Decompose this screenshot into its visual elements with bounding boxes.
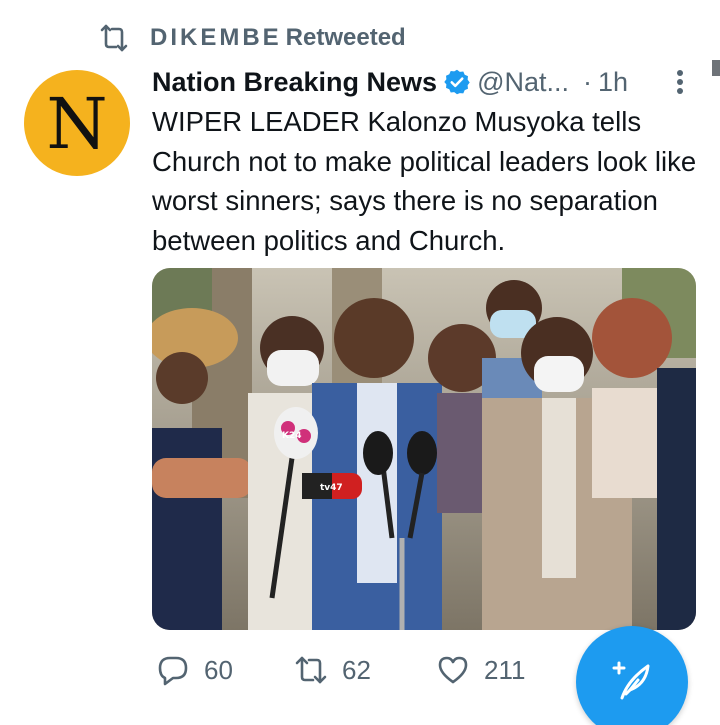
avatar-letter: N: [46, 83, 108, 165]
retweet-count: 62: [342, 654, 371, 685]
press-conference-photo: K24 tv47: [152, 268, 696, 630]
retweet-icon: [295, 656, 327, 684]
tweet-header: Nation Breaking News @Nat... · 1h: [152, 64, 628, 100]
mic-flag-tv47: tv47: [320, 483, 343, 493]
more-options-icon[interactable]: [668, 66, 692, 98]
retweet-button[interactable]: 62: [294, 653, 436, 687]
display-name[interactable]: Nation Breaking News: [152, 67, 437, 98]
reply-button[interactable]: 60: [156, 653, 294, 687]
reply-icon: [158, 656, 188, 686]
handle[interactable]: @Nat...: [477, 67, 569, 98]
like-button[interactable]: 211: [436, 653, 556, 687]
avatar[interactable]: N: [24, 70, 130, 176]
scrollbar[interactable]: [712, 60, 720, 76]
compose-tweet-icon: [612, 661, 650, 700]
tweet-actions: 60 62 211: [156, 648, 556, 692]
like-count: 211: [484, 654, 526, 685]
reply-count: 60: [204, 654, 233, 685]
compose-tweet-button[interactable]: [576, 626, 688, 725]
timestamp[interactable]: 1h: [598, 67, 628, 98]
mic-flag-k24: K24: [282, 431, 302, 441]
tweet-media-photo[interactable]: K24 tv47: [152, 268, 696, 630]
tweet-text: WIPER LEADER Kalonzo Musyoka tells Churc…: [152, 106, 697, 256]
retweet-icon: [100, 24, 128, 52]
retweeter-name[interactable]: DIKEMBE: [150, 24, 282, 52]
heart-icon: [438, 656, 468, 684]
separator-dot: ·: [583, 66, 593, 97]
retweeted-label: Retweeted: [285, 24, 406, 51]
retweet-banner[interactable]: DIKEMBE Retweeted: [98, 22, 406, 54]
verified-badge-icon: [444, 69, 470, 95]
